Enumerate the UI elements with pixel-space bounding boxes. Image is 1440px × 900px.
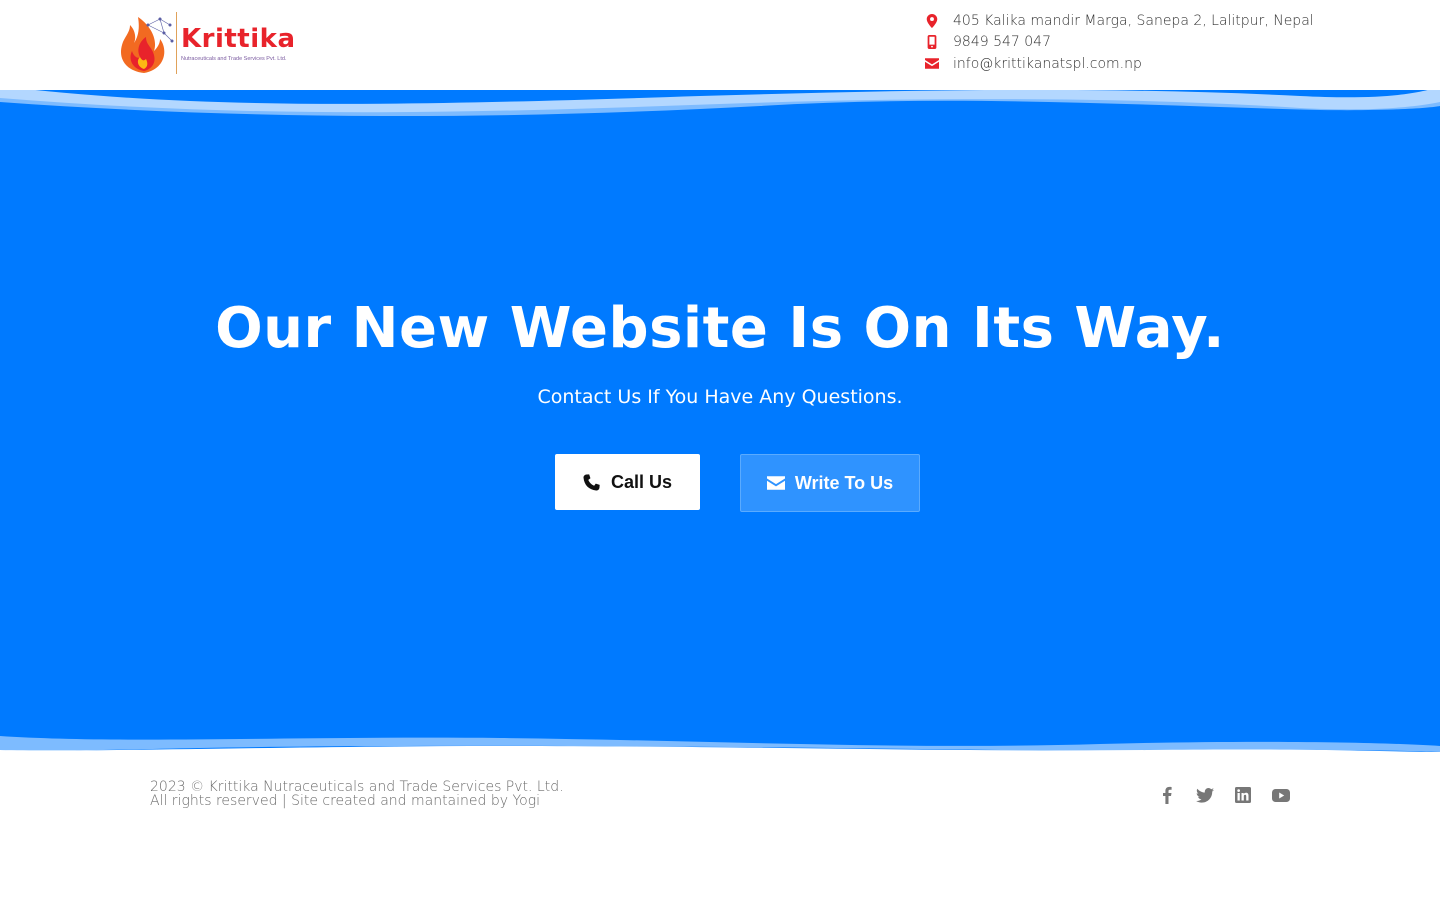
call-us-label: Call Us xyxy=(610,471,673,492)
call-us-button[interactable]: Call Us xyxy=(555,454,700,510)
logo-text: Krittika Nutraceuticals and Trade Servic… xyxy=(181,24,296,62)
hero-title: Our New Website Is On Its Way. xyxy=(215,296,1225,361)
brand-name: Krittika xyxy=(181,24,296,54)
logo-divider xyxy=(176,12,177,74)
write-to-us-button[interactable]: Write To Us xyxy=(740,454,920,512)
contact-phone[interactable]: 9849 547 047 xyxy=(924,32,1314,54)
email-text[interactable]: info@krittikanatspl.com.np xyxy=(953,56,1142,72)
wave-bottom-divider xyxy=(0,718,1440,758)
brand-logo[interactable]: Krittika Nutraceuticals and Trade Servic… xyxy=(114,10,304,76)
youtube-icon[interactable] xyxy=(1270,784,1292,806)
address-text: 405 Kalika mandir Marga, Sanepa 2, Lalit… xyxy=(953,12,1314,29)
social-links xyxy=(1156,784,1308,806)
site-header: Krittika Nutraceuticals and Trade Servic… xyxy=(0,0,1440,90)
brand-tagline: Nutraceuticals and Trade Services Pvt. L… xyxy=(181,56,287,62)
twitter-icon[interactable] xyxy=(1194,784,1216,806)
hero-section xyxy=(0,84,1440,756)
envelope-icon xyxy=(766,474,785,492)
envelope-icon xyxy=(924,56,940,72)
flame-logo-icon xyxy=(120,17,174,73)
facebook-icon[interactable] xyxy=(1156,784,1178,806)
phone-text[interactable]: 9849 547 047 xyxy=(953,34,1051,50)
hero-subtitle: Contact Us If You Have Any Questions. xyxy=(537,386,903,408)
copyright-text: 2023 © Krittika Nutraceuticals and Trade… xyxy=(150,779,564,795)
linkedin-icon[interactable] xyxy=(1232,784,1254,806)
rights-text: All rights reserved | Site created and m… xyxy=(150,793,541,809)
contact-address: 405 Kalika mandir Marga, Sanepa 2, Lalit… xyxy=(924,10,1314,32)
write-to-us-label: Write To Us xyxy=(794,472,894,493)
contact-email[interactable]: info@krittikanatspl.com.np xyxy=(924,53,1314,75)
contact-list: 405 Kalika mandir Marga, Sanepa 2, Lalit… xyxy=(924,10,1314,75)
mobile-icon xyxy=(924,34,940,50)
footer-copyright: 2023 © Krittika Nutraceuticals and Trade… xyxy=(150,780,564,808)
phone-icon xyxy=(583,473,601,491)
map-pin-icon xyxy=(924,13,940,29)
